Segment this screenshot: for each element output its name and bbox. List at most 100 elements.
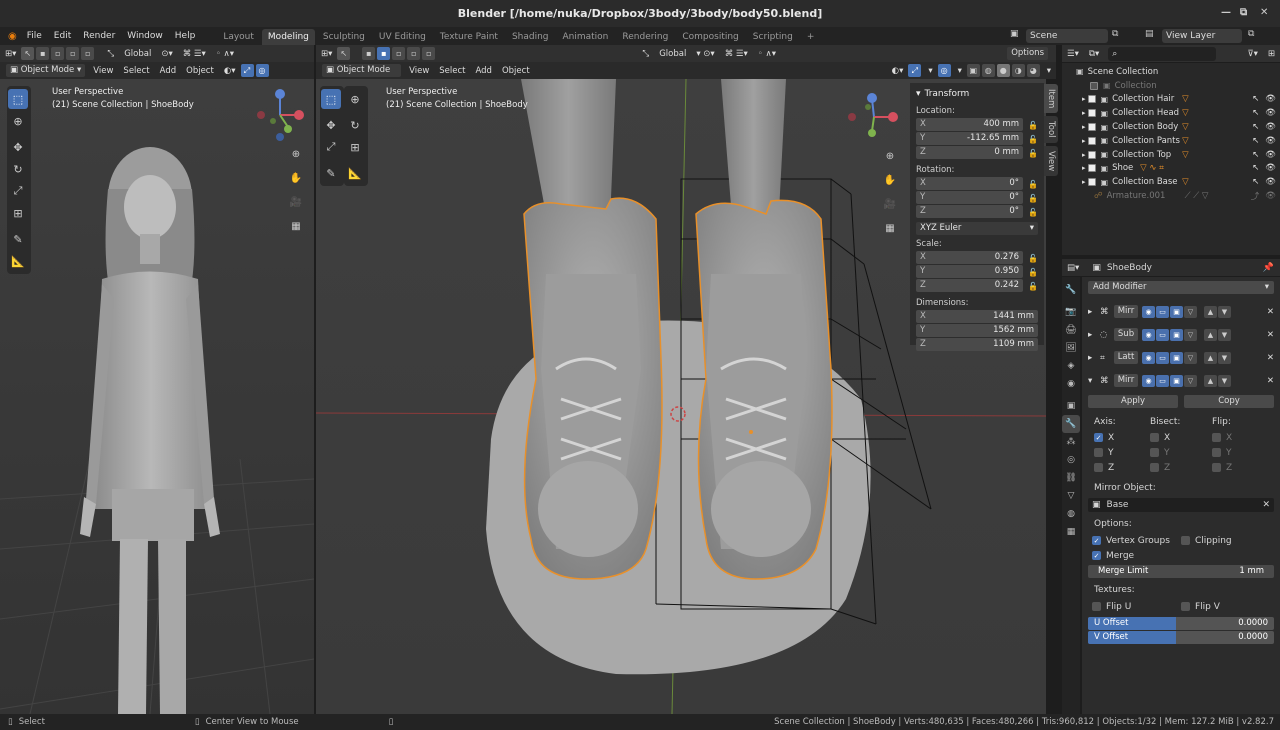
flip-z-checkbox[interactable] — [1212, 463, 1221, 472]
left-camera-icon[interactable]: 🎥 — [287, 193, 305, 211]
main-select-intersect-icon[interactable]: ▫ — [422, 47, 436, 60]
main-editor-type-icon[interactable]: ⊞▾ — [316, 49, 337, 59]
modifier-name-field[interactable]: Sub — [1114, 328, 1138, 341]
menu-file[interactable]: File — [21, 31, 48, 41]
exclude-checkbox[interactable] — [1087, 150, 1096, 159]
shading-render-icon[interactable]: ◕ — [1026, 64, 1040, 77]
material-tab-icon[interactable]: ◍ — [1062, 505, 1080, 523]
bisect-x-checkbox[interactable] — [1150, 433, 1159, 442]
clipping-checkbox[interactable] — [1181, 536, 1190, 545]
left-annotate-tool[interactable]: ✎ — [8, 229, 28, 249]
outliner-row[interactable]: ▸ ▣ Collection Top ▽ ↖ 👁 — [1076, 148, 1276, 162]
expand-icon[interactable]: ▸ — [1082, 95, 1086, 103]
axis-x-checkbox[interactable]: ✓ — [1094, 433, 1103, 442]
tab-sculpting[interactable]: Sculpting — [317, 29, 371, 45]
main-mode-dropdown[interactable]: ▣ Object Mode ▾ — [322, 64, 402, 88]
apply-button[interactable]: Apply — [1088, 395, 1178, 408]
menu-edit[interactable]: Edit — [48, 31, 77, 41]
main-select-extend-icon[interactable]: ▪ — [377, 47, 391, 60]
outliner-row[interactable]: ▣ Collection — [1076, 79, 1276, 93]
modifier-tab-icon[interactable]: 🔧 — [1062, 415, 1080, 433]
camera-icon[interactable]: ◉ — [1142, 305, 1155, 318]
transform-orientation-icon[interactable]: ⤡ — [102, 49, 119, 59]
close-icon[interactable]: ✕ — [1260, 7, 1268, 18]
menu-help[interactable]: Help — [169, 31, 202, 41]
v-offset-slider[interactable]: V Offset 0.0000 — [1088, 631, 1274, 644]
shading-solid-icon[interactable]: ● — [996, 64, 1010, 77]
editmode-icon[interactable]: ▣ — [1170, 328, 1183, 341]
tool-tab-icon[interactable]: 🔧 — [1062, 281, 1080, 299]
shading-wire-icon[interactable]: ◍ — [981, 64, 995, 77]
display-icon[interactable]: ▭ — [1156, 305, 1169, 318]
lock-icon[interactable]: 🔓 — [1028, 180, 1038, 189]
move-down-icon[interactable]: ▼ — [1218, 374, 1231, 387]
camera-icon[interactable]: ◉ — [1142, 351, 1155, 364]
dimensions-y-field[interactable]: Y 1562 mm — [916, 324, 1038, 337]
tab-shading[interactable]: Shading — [506, 29, 555, 45]
maximize-icon[interactable]: ⧉ — [1240, 7, 1247, 18]
bisect-z-checkbox[interactable] — [1150, 463, 1159, 472]
main-nav-gizmo[interactable] — [844, 89, 904, 145]
outliner-editor-type-icon[interactable]: ☰▾ — [1062, 49, 1084, 59]
main-select-mode-icon[interactable]: ▪ — [362, 47, 376, 60]
rotation-x-field[interactable]: X 0° — [916, 177, 1024, 190]
main-transform-tool[interactable]: ⊞ — [345, 137, 365, 157]
view-layer-field[interactable]: View Layer — [1162, 29, 1242, 43]
location-z-field[interactable]: Z 0 mm — [916, 146, 1024, 159]
modifier-name-field[interactable]: Mirr — [1114, 374, 1138, 387]
scale-z-field[interactable]: Z 0.242 — [916, 279, 1024, 292]
lock-icon[interactable]: 🔓 — [1028, 208, 1038, 217]
physics-tab-icon[interactable]: ◎ — [1062, 451, 1080, 469]
view-layer-icon[interactable]: ▤ — [1145, 29, 1154, 39]
new-collection-icon[interactable]: ⊞ — [1263, 49, 1280, 59]
left-zoom-icon[interactable]: ⊕ — [287, 145, 305, 163]
transform-section-header[interactable]: ▾ Transform — [916, 87, 1038, 101]
left-grid-icon[interactable]: ▦ — [287, 217, 305, 235]
expand-icon[interactable]: ▸ — [1082, 164, 1086, 172]
main-pivot-icon[interactable]: ▾ ⊙▾ — [691, 49, 719, 59]
left-visibility-icon[interactable]: ◐▾ — [219, 66, 241, 76]
flip-x-checkbox[interactable] — [1212, 433, 1221, 442]
exclude-checkbox[interactable] — [1087, 136, 1096, 145]
rotation-z-field[interactable]: Z 0° — [916, 205, 1024, 218]
main-viewport[interactable]: ⬚ ✥ ⤢ ✎ ⊕ ↻ ⊞ 📐 User Perspective (21) Sc… — [316, 79, 1046, 714]
bisect-y-checkbox[interactable] — [1150, 448, 1159, 457]
main-grid-icon[interactable]: ▦ — [881, 219, 899, 237]
tab-tool[interactable]: Tool — [1044, 116, 1058, 143]
dimensions-x-field[interactable]: X 1441 mm — [916, 310, 1038, 323]
scale-x-field[interactable]: X 0.276 — [916, 251, 1024, 264]
expand-icon[interactable]: ▸ — [1082, 151, 1086, 159]
select-arrow-icon[interactable]: ↖ — [1252, 150, 1259, 160]
select-arrow-icon[interactable]: ⤴ — [1251, 190, 1260, 202]
main-gizmo-dropdown-icon[interactable]: ▾ — [923, 66, 937, 76]
scene-tab-icon[interactable]: ◈ — [1062, 357, 1080, 375]
flip-u-checkbox[interactable] — [1092, 602, 1101, 611]
location-x-field[interactable]: X 400 mm — [916, 118, 1024, 131]
tab-item[interactable]: Item — [1044, 84, 1058, 114]
left-menu-object[interactable]: Object — [181, 66, 219, 76]
left-menu-view[interactable]: View — [88, 66, 118, 76]
exclude-checkbox[interactable] — [1087, 95, 1096, 104]
move-down-icon[interactable]: ▼ — [1218, 328, 1231, 341]
modifier-row[interactable]: ▾ ⌘ Mirr ◉ ▭ ▣ ▽ ▲ ▼ ✕ — [1088, 369, 1274, 392]
left-mode-dropdown[interactable]: ▣ Object Mode ▾ — [6, 64, 86, 77]
main-zoom-icon[interactable]: ⊕ — [881, 147, 899, 165]
editmode-icon[interactable]: ▣ — [1170, 374, 1183, 387]
select-arrow-icon[interactable]: ↖ — [1252, 108, 1259, 118]
tab-scripting[interactable]: Scripting — [747, 29, 799, 45]
menu-window[interactable]: Window — [121, 31, 169, 41]
eye-icon[interactable]: 👁 — [1265, 150, 1276, 160]
tab-compositing[interactable]: Compositing — [676, 29, 744, 45]
select-extend-icon[interactable]: ▫ — [51, 47, 65, 60]
properties-editor-type-icon[interactable]: ▤▾ — [1062, 263, 1084, 273]
modifier-row[interactable]: ▸ ◌ Sub ◉ ▭ ▣ ▽ ▲ ▼ ✕ — [1088, 323, 1274, 346]
left-overlay-icon[interactable]: ◎ — [255, 64, 269, 77]
main-move-tool[interactable]: ✥ — [321, 115, 341, 135]
menu-render[interactable]: Render — [77, 31, 121, 41]
lock-icon[interactable]: 🔓 — [1028, 135, 1038, 144]
particles-tab-icon[interactable]: ⁂ — [1062, 433, 1080, 451]
left-scale-tool[interactable]: ⤢ — [8, 181, 28, 201]
expand-icon[interactable]: ▸ — [1082, 137, 1086, 145]
display-icon[interactable]: ▭ — [1156, 328, 1169, 341]
add-workspace-icon[interactable]: + — [801, 29, 821, 45]
